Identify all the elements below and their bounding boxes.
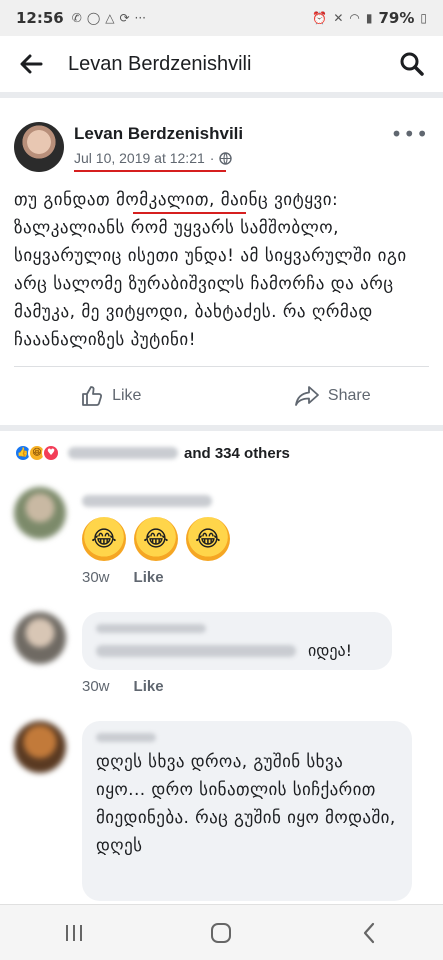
laughing-emoji-icon: 😂 (186, 517, 230, 561)
status-bar: 12:56 ✆ ◯ △ ⟳ ··· ⏰ ✕ ◠ ▮ 79% ▯ (0, 0, 443, 36)
comment-time[interactable]: 30w (82, 569, 110, 586)
comment-body: იდეა! 30w Like (82, 612, 392, 695)
share-icon (294, 386, 319, 406)
home-icon (211, 922, 232, 943)
comment-bubble: დღეს სხვა დროა, გუშინ სხვა იყო... დრო სი… (82, 721, 412, 901)
comment-body: 😂 😂 😂 30w Like (82, 487, 230, 586)
post: Levan Berdzenishvili Jul 10, 2019 at 12:… (0, 110, 443, 901)
reactions-summary[interactable]: 👍 😆 ♥ and 334 others (0, 431, 443, 475)
reaction-icons: 👍 😆 ♥ (14, 444, 60, 462)
comment-text: იდეა! (308, 641, 353, 660)
share-button[interactable]: Share (222, 385, 443, 407)
system-nav-bar (0, 904, 443, 960)
post-actions: Like Share (0, 367, 443, 425)
comment-like-button[interactable]: Like (134, 678, 164, 695)
laughing-emoji-icon: 😂 (134, 517, 178, 561)
arrow-left-icon (20, 54, 43, 74)
commenter-avatar[interactable] (14, 612, 66, 664)
blurred-commenter-name (96, 624, 206, 633)
post-text: თუ გინდათ მომკალით, მაინც ვიტყვი: ზალკალ… (14, 190, 407, 350)
like-button[interactable]: Like (0, 384, 222, 408)
comment: დღეს სხვა დროა, გუშინ სხვა იყო... დრო სი… (0, 721, 443, 901)
laughing-emoji-icon: 😂 (82, 517, 126, 561)
comment-bubble: იდეა! (82, 612, 392, 670)
page-title: Levan Berdzenishvili (68, 52, 252, 75)
whatsapp-icon: ◯ (86, 11, 101, 25)
recent-apps-button[interactable] (44, 913, 104, 953)
search-button[interactable] (397, 49, 427, 79)
author-avatar[interactable] (14, 122, 64, 172)
comment-text: დღეს სხვა დროა, გუშინ სხვა იყო... დრო სი… (96, 752, 396, 856)
comment-time[interactable]: 30w (82, 678, 110, 695)
home-button[interactable] (191, 913, 251, 953)
post-meta: Levan Berdzenishvili Jul 10, 2019 at 12:… (74, 122, 243, 180)
share-label: Share (327, 387, 371, 404)
alarm-icon: ⏰ (312, 11, 328, 25)
battery-icon: ▯ (420, 11, 427, 25)
commenter-avatar[interactable] (14, 721, 66, 773)
more-options-icon[interactable]: ••• (391, 122, 429, 180)
date-separator: · (209, 150, 215, 166)
comment-like-button[interactable]: Like (134, 569, 164, 586)
recent-apps-icon (65, 924, 82, 941)
love-reaction-icon: ♥ (42, 444, 60, 462)
post-body: თუ გინდათ მომკალით, მაინც ვიტყვი: ზალკალ… (0, 186, 443, 354)
search-icon (400, 52, 424, 76)
post-header: Levan Berdzenishvili Jul 10, 2019 at 12:… (0, 110, 443, 180)
reaction-count: and 334 others (184, 444, 290, 462)
drive-icon: △ (105, 11, 115, 25)
more-notifications: ··· (134, 11, 146, 25)
back-nav-button[interactable] (339, 913, 399, 953)
wifi-icon: ◠ (349, 11, 360, 25)
like-label: Like (112, 387, 142, 404)
word-red-underline (133, 212, 246, 214)
sync-icon: ⟳ (119, 11, 130, 25)
notification-icons: ✆ ◯ △ ⟳ ··· (72, 11, 146, 25)
globe-icon (219, 151, 233, 165)
status-time: 12:56 (16, 9, 64, 27)
battery-percent: 79% (378, 9, 415, 27)
commenter-avatar[interactable] (14, 487, 66, 539)
viber-icon: ✆ (71, 11, 82, 25)
date-red-underline (74, 170, 226, 172)
comment-meta: 30w Like (82, 569, 230, 586)
blurred-commenter-name (82, 495, 212, 507)
comment-meta: 30w Like (82, 678, 392, 695)
thumbs-up-icon (82, 386, 103, 406)
author-name[interactable]: Levan Berdzenishvili (74, 124, 243, 144)
chevron-left-icon (364, 922, 375, 943)
blurred-commenter-name (96, 733, 156, 742)
mute-icon: ✕ (333, 11, 344, 25)
comment: იდეა! 30w Like (0, 612, 443, 695)
comment-body: დღეს სხვა დროა, გუშინ სხვა იყო... დრო სი… (82, 721, 412, 901)
signal-icon: ▮ (365, 11, 373, 25)
post-date[interactable]: Jul 10, 2019 at 12:21 (74, 150, 205, 166)
back-button[interactable] (16, 49, 46, 79)
post-date-row: Jul 10, 2019 at 12:21 · (74, 150, 243, 172)
comment-emojis: 😂 😂 😂 (82, 517, 230, 561)
blurred-tagged-names (96, 644, 296, 657)
app-header: Levan Berdzenishvili (0, 36, 443, 98)
blurred-reactor-name (68, 447, 178, 459)
comment: 😂 😂 😂 30w Like (0, 487, 443, 586)
